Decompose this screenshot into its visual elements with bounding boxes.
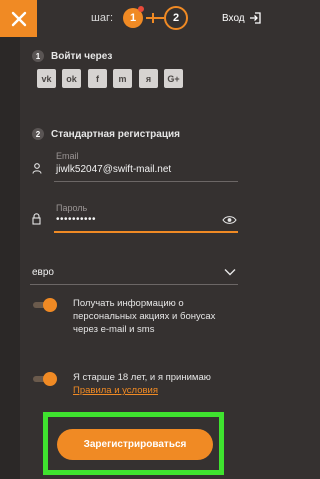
social-login-title: Войти через	[51, 51, 113, 62]
email-underline	[54, 181, 238, 182]
register-button[interactable]: Зарегистрироваться	[57, 429, 213, 460]
password-field[interactable]: ••••••••••	[56, 214, 96, 225]
promo-text-line-2: персональных акциях и бонусах	[73, 311, 216, 322]
terms-link[interactable]: Правила и условия	[73, 384, 211, 397]
step-connector-cap	[152, 13, 154, 23]
age-text: Я старше 18 лет, и я принимаю	[73, 372, 211, 383]
promo-text-line-3: через e-mail и sms	[73, 324, 155, 335]
step-2-indicator: 2	[164, 6, 188, 30]
facebook-login-button[interactable]: f	[88, 69, 107, 88]
close-button[interactable]	[0, 0, 37, 37]
login-link[interactable]: Вход	[222, 12, 261, 24]
google-plus-login-button[interactable]: G+	[164, 69, 183, 88]
age-option-text: Я старше 18 лет, и я принимаю Правила и …	[73, 371, 211, 397]
currency-select[interactable]: евро	[32, 267, 54, 278]
google-plus-icon: G+	[167, 73, 180, 84]
currency-underline	[30, 284, 238, 285]
mailru-login-button[interactable]: m	[113, 69, 132, 88]
lock-icon	[32, 213, 41, 225]
vk-icon: vk	[41, 73, 52, 84]
top-bar: шаг: 1 2 Вход	[0, 0, 269, 37]
email-label: Email	[56, 151, 79, 161]
step-label: шаг:	[91, 12, 114, 24]
section-number-1: 1	[32, 50, 44, 62]
login-label: Вход	[222, 12, 245, 24]
email-field[interactable]: jiwlk52047@swift-mail.net	[56, 164, 171, 175]
registration-title: Стандартная регистрация	[51, 129, 180, 140]
ok-login-button[interactable]: ok	[62, 69, 81, 88]
notification-dot	[138, 6, 144, 12]
mailru-icon: m	[118, 73, 127, 84]
yandex-login-button[interactable]: я	[139, 69, 158, 88]
password-label: Пароль	[56, 203, 88, 213]
user-icon	[32, 163, 42, 174]
vk-login-button[interactable]: vk	[37, 69, 56, 88]
step-connector	[146, 17, 164, 19]
login-icon	[249, 12, 261, 24]
facebook-icon: f	[96, 73, 99, 84]
show-password-icon[interactable]	[222, 215, 237, 225]
odnoklassniki-icon: ok	[66, 73, 77, 84]
chevron-down-icon[interactable]	[224, 268, 236, 276]
section-number-2: 2	[32, 128, 44, 140]
left-rail	[0, 37, 20, 479]
promo-text-line-1: Получать информацию о	[73, 298, 184, 309]
close-icon	[11, 11, 26, 26]
promo-toggle-knob[interactable]	[43, 298, 57, 312]
yandex-icon: я	[145, 73, 152, 84]
age-toggle-knob[interactable]	[43, 372, 57, 386]
promo-option-text: Получать информацию о персональных акция…	[73, 297, 215, 336]
password-underline	[54, 231, 238, 233]
